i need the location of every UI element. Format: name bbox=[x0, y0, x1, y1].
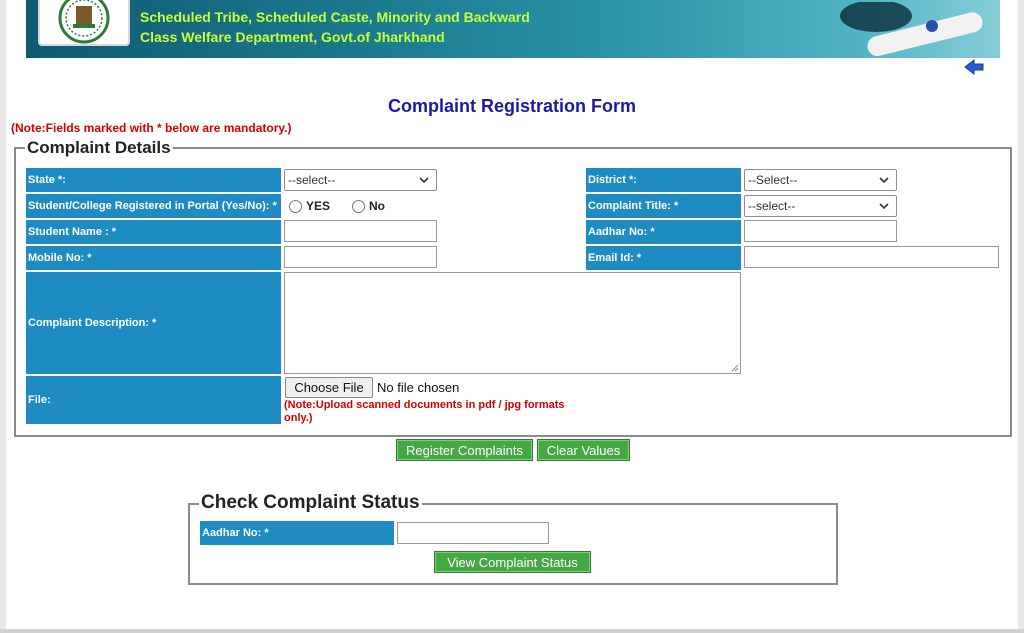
yes-radio[interactable] bbox=[289, 199, 302, 213]
complaint-description-label: Complaint Description: * bbox=[26, 272, 281, 374]
mandatory-note: (Note:Fields marked with * below are man… bbox=[11, 121, 292, 135]
chevron-down-icon bbox=[879, 203, 889, 210]
choose-file-button[interactable]: Choose File bbox=[285, 377, 373, 398]
register-complaints-button[interactable]: Register Complaints bbox=[396, 439, 533, 461]
window-border-bottom bbox=[0, 629, 1024, 633]
state-select-value: --select-- bbox=[288, 173, 336, 187]
yes-radio-label: YES bbox=[306, 199, 331, 213]
state-label: State *: bbox=[26, 168, 281, 192]
no-radio-label: No bbox=[369, 199, 386, 213]
complaint-title-label: Complaint Title: * bbox=[586, 194, 741, 218]
status-aadhar-input[interactable] bbox=[397, 522, 549, 544]
chevron-down-icon bbox=[419, 177, 429, 184]
back-arrow-icon[interactable] bbox=[963, 58, 985, 76]
view-complaint-status-button[interactable]: View Complaint Status bbox=[434, 551, 591, 573]
registered-radio-group: YES No bbox=[289, 199, 385, 213]
resize-grip-icon[interactable] bbox=[731, 364, 739, 372]
clear-values-button[interactable]: Clear Values bbox=[537, 439, 630, 461]
district-select[interactable]: --Select-- bbox=[744, 169, 897, 191]
window-border-right bbox=[1018, 0, 1024, 633]
district-label: District *: bbox=[586, 168, 741, 192]
department-title-line2: Class Welfare Department, Govt.of Jharkh… bbox=[140, 29, 445, 45]
check-status-legend: Check Complaint Status bbox=[199, 492, 422, 514]
mobile-input[interactable] bbox=[284, 246, 437, 268]
department-logo bbox=[38, 0, 130, 46]
student-name-input[interactable] bbox=[284, 220, 437, 242]
complaint-title-select-value: --select-- bbox=[748, 199, 796, 213]
email-label: Email Id: * bbox=[586, 246, 741, 270]
email-input[interactable] bbox=[744, 246, 999, 268]
status-aadhar-label: Aadhar No: * bbox=[200, 521, 394, 545]
complaint-description-textarea[interactable] bbox=[284, 272, 741, 374]
district-select-value: --Select-- bbox=[748, 173, 798, 187]
aadhar-input[interactable] bbox=[744, 220, 897, 242]
header-banner: Scheduled Tribe, Scheduled Caste, Minori… bbox=[26, 0, 1000, 58]
complaint-title-select[interactable]: --select-- bbox=[744, 195, 897, 217]
no-radio[interactable] bbox=[352, 199, 366, 213]
department-title-line1: Scheduled Tribe, Scheduled Caste, Minori… bbox=[140, 9, 530, 25]
chevron-down-icon bbox=[879, 177, 889, 184]
student-name-label: Student Name : * bbox=[26, 220, 281, 244]
file-status-text: No file chosen bbox=[377, 380, 460, 395]
complaint-details-legend: Complaint Details bbox=[25, 138, 173, 158]
page-title: Complaint Registration Form bbox=[387, 96, 636, 116]
registered-in-portal-label: Student/College Registered in Portal (Ye… bbox=[26, 194, 281, 218]
file-label: File: bbox=[26, 376, 281, 424]
scroll-decoration-image bbox=[840, 2, 983, 57]
file-format-note: (Note:Upload scanned documents in pdf / … bbox=[284, 399, 565, 424]
state-select[interactable]: --select-- bbox=[284, 169, 437, 191]
window-border-left bbox=[0, 0, 6, 633]
aadhar-label: Aadhar No: * bbox=[586, 220, 741, 244]
mobile-label: Mobile No: * bbox=[26, 246, 281, 270]
